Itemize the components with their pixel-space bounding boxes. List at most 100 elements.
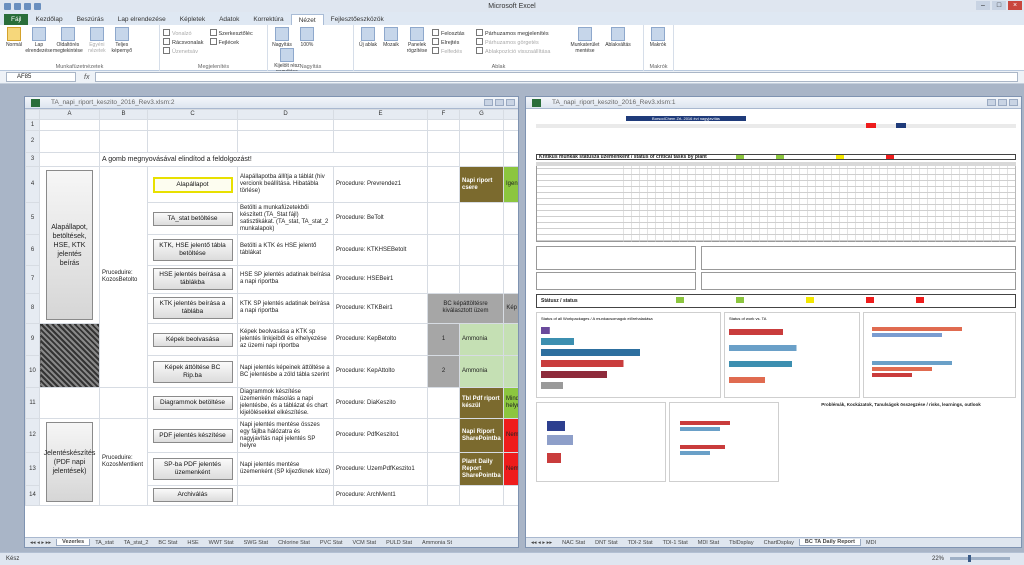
hse-write-button[interactable]: HSE jelentés beírása a táblákba: [152, 268, 233, 291]
napi-riport-csere-value[interactable]: Igen: [503, 165, 518, 204]
row-header[interactable]: 12: [25, 417, 40, 454]
hide-button[interactable]: Elrejtés: [432, 38, 476, 47]
sheet-tab[interactable]: MDI Stat: [693, 540, 724, 546]
group2-run-button[interactable]: Jelentéskészítés (PDF napi jelentések): [44, 422, 95, 502]
maximize-button[interactable]: [998, 99, 1007, 106]
column-header[interactable]: D: [237, 109, 334, 120]
sheet-tab[interactable]: VCM Stat: [348, 540, 382, 546]
sheet-tab[interactable]: ChartDsplay: [759, 540, 799, 546]
full-screen-button[interactable]: Teljes képernyő: [111, 27, 133, 54]
row-header[interactable]: 10: [25, 355, 40, 388]
row-header[interactable]: 8: [25, 292, 40, 325]
archive-button[interactable]: Archiválás: [152, 488, 233, 503]
page-break-preview-button[interactable]: Oldaltörés megtekintése: [53, 27, 83, 54]
save-workspace-button[interactable]: Munkaterület mentése: [568, 27, 602, 56]
sheet-tab[interactable]: Ammonia St: [417, 540, 457, 546]
sheet-tab[interactable]: SWG Stat: [239, 540, 273, 546]
freeze-panes-button[interactable]: Panelek rögzítése: [403, 27, 431, 56]
image-load-button[interactable]: Képek beolvasása: [152, 332, 233, 347]
minimize-button[interactable]: [484, 99, 493, 106]
tab-home[interactable]: Kezdőlap: [28, 14, 69, 25]
column-header[interactable]: A: [39, 109, 100, 120]
row-header[interactable]: 7: [25, 264, 40, 294]
ktk-hse-load-button[interactable]: KTK, HSE jelentő tábla betöltése: [152, 239, 233, 262]
column-header[interactable]: H: [503, 109, 518, 120]
sheet-tab[interactable]: Vezerles: [56, 539, 91, 546]
left-window-controls[interactable]: [484, 99, 515, 106]
tbl-pdf-value[interactable]: Mindkét helyre: [503, 387, 518, 419]
sheet-tab[interactable]: PULD Stat: [381, 540, 417, 546]
column-header[interactable]: B: [99, 109, 148, 120]
column-header[interactable]: C: [147, 109, 238, 120]
maximize-button[interactable]: □: [992, 1, 1006, 10]
tab-page-layout[interactable]: Lap elrendezése: [111, 14, 173, 25]
new-window-button[interactable]: Új ablak: [357, 27, 379, 56]
sheet-tab[interactable]: NAC Stat: [557, 540, 590, 546]
zoom-100-button[interactable]: 100%: [296, 27, 318, 48]
tab-review[interactable]: Korrektúra: [246, 14, 290, 25]
tab-data[interactable]: Adatok: [212, 14, 246, 25]
sheet-tab[interactable]: Chlorine Stat: [273, 540, 315, 546]
sheet-tab[interactable]: BC TA Daily Report: [798, 539, 861, 546]
row-header[interactable]: 1: [25, 119, 40, 131]
row-header[interactable]: 3: [25, 152, 40, 167]
alapallapot-button[interactable]: Alapállapot: [152, 176, 233, 193]
sheet-tab[interactable]: TDI-1 Stat: [658, 540, 693, 546]
bc-row-plant[interactable]: Ammonia: [459, 355, 504, 388]
maximize-button[interactable]: [495, 99, 504, 106]
sheet-nav-arrows[interactable]: ◂◂ ◂ ▸ ▸▸: [526, 540, 557, 546]
view-side-by-side-button[interactable]: Párhuzamos megjelenítés: [476, 29, 568, 38]
custom-views-button[interactable]: Egyéni nézetek: [86, 27, 108, 54]
ta-stat-load-button[interactable]: TA_stat betöltése: [152, 211, 233, 226]
zoom-level[interactable]: 22%: [932, 556, 944, 562]
row-header[interactable]: 4: [25, 165, 40, 204]
sheet-tab[interactable]: TDI-2 Stat: [623, 540, 658, 546]
image-transfer-button[interactable]: Képek áttöltése BC Rip.ba: [152, 360, 233, 383]
formula-bar-checkbox[interactable]: Szerkesztőléc: [210, 29, 253, 38]
sheet-tab[interactable]: HSE: [182, 540, 203, 546]
minimize-button[interactable]: [987, 99, 996, 106]
group1-run-button[interactable]: Alapállapot, betöltések, HSE, KTK jelent…: [46, 170, 93, 320]
diagram-load-button[interactable]: Diagrammok betöltése: [152, 396, 233, 410]
sheet-tab[interactable]: TA_stat: [90, 540, 119, 546]
name-box[interactable]: AF85: [6, 72, 76, 82]
sync-scroll-button[interactable]: Párhuzamos görgetés: [476, 38, 568, 47]
sheet-tab[interactable]: BC Stat: [153, 540, 182, 546]
row-header[interactable]: 13: [25, 452, 40, 486]
row-header[interactable]: 2: [25, 130, 40, 153]
macros-button[interactable]: Makrók: [647, 27, 669, 48]
row-header[interactable]: 6: [25, 234, 40, 266]
minimize-button[interactable]: –: [976, 1, 990, 10]
window-controls[interactable]: – □ ×: [976, 1, 1022, 10]
sheet-nav-arrows[interactable]: ◂◂ ◂ ▸ ▸▸: [25, 540, 56, 546]
select-all-corner[interactable]: [25, 109, 40, 120]
left-sheet-grid[interactable]: A B C D E F G H 1 2 3 A gomb megnyovásáva…: [25, 109, 518, 507]
gridlines-checkbox[interactable]: Rácsvonalak: [163, 38, 204, 47]
tab-formulas[interactable]: Képletek: [173, 14, 212, 25]
ruler-checkbox[interactable]: Vonalzó: [163, 29, 204, 38]
row-header[interactable]: 5: [25, 202, 40, 236]
bc-row-image-number[interactable]: 1: [503, 323, 518, 356]
tab-developer[interactable]: Fejlesztőeszközök: [324, 14, 391, 25]
sheet-tab[interactable]: WWT Stat: [204, 540, 239, 546]
tab-insert[interactable]: Beszúrás: [70, 14, 111, 25]
right-window-controls[interactable]: [987, 99, 1018, 106]
column-header[interactable]: E: [333, 109, 428, 120]
zoom-slider[interactable]: [950, 555, 1010, 562]
zoom-button[interactable]: Nagyítás: [271, 27, 293, 48]
split-button[interactable]: Felosztás: [432, 29, 476, 38]
normal-view-button[interactable]: Normál: [3, 27, 25, 48]
row-header[interactable]: 11: [25, 387, 40, 419]
left-workbook-window[interactable]: TA_napi_riport_keszito_2016_Rev3.xlsm:2 …: [24, 96, 519, 548]
row-header[interactable]: 9: [25, 323, 40, 356]
ktk-write-button[interactable]: KTK jelentés beírása a táblába: [152, 297, 233, 320]
row-header[interactable]: 14: [25, 484, 40, 507]
sheet-tab[interactable]: DNT Stat: [590, 540, 623, 546]
close-button[interactable]: [506, 99, 515, 106]
sheet-tab[interactable]: PVC Stat: [315, 540, 348, 546]
right-workbook-window[interactable]: TA_napi_riport_keszito_2016_Rev3.xlsm:1 …: [525, 96, 1022, 548]
column-header[interactable]: G: [459, 109, 504, 120]
arrange-all-button[interactable]: Mozaik: [380, 27, 402, 56]
switch-windows-button[interactable]: Ablakváltás: [603, 27, 633, 56]
sheet-tab[interactable]: TA_stat_2: [119, 540, 154, 546]
